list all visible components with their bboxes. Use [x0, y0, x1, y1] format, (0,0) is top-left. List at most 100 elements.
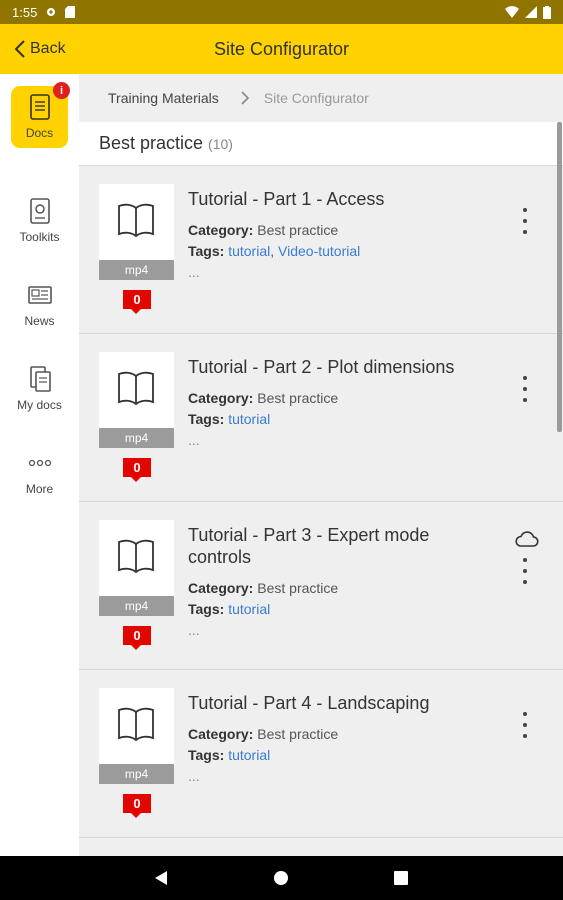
tags-line: Tags: tutorial: [188, 601, 270, 617]
document-title: Tutorial - Part 2 - Plot dimensions: [188, 357, 455, 377]
description-ellipsis: ...: [188, 622, 200, 638]
wifi-icon: [505, 6, 519, 18]
status-time: 1:55: [12, 4, 38, 20]
category-value: Best practice: [257, 390, 339, 406]
sidebar-item-news[interactable]: News: [0, 270, 79, 340]
document-list: mp4 0 Tutorial - Part 1 - Access Categor…: [79, 166, 563, 838]
file-type-label: mp4: [99, 428, 174, 448]
breadcrumb-parent[interactable]: Training Materials: [108, 90, 219, 106]
sidebar-item-label: News: [24, 314, 55, 328]
category-value: Best practice: [257, 580, 339, 596]
tags-label: Tags:: [188, 243, 225, 259]
comment-count-badge: 0: [123, 458, 151, 482]
tags-line: Tags: tutorial, Video-tutorial: [188, 243, 360, 259]
list-item[interactable]: mp4 0 Tutorial - Part 3 - Expert mode co…: [79, 502, 563, 670]
chevron-left-icon: [14, 40, 25, 58]
book-icon: [118, 371, 154, 406]
sidebar-item-label: Docs: [25, 126, 54, 140]
category-line: Category: Best practice: [188, 390, 338, 406]
system-navigation-bar: [0, 856, 563, 900]
app-bar: Back Site Configurator: [0, 24, 563, 74]
document-thumbnail: mp4: [99, 688, 174, 784]
tag-link[interactable]: tutorial: [228, 601, 270, 617]
book-icon: [118, 203, 154, 238]
more-options-icon[interactable]: [515, 376, 535, 402]
notification-badge: i: [53, 82, 70, 99]
back-button[interactable]: Back: [14, 24, 66, 74]
sd-card-icon: [65, 6, 76, 18]
book-icon: [118, 707, 154, 742]
book-icon: [118, 539, 154, 574]
signal-icon: [525, 6, 537, 18]
category-value: Best practice: [257, 726, 339, 742]
description-ellipsis: ...: [188, 768, 200, 784]
tag-link[interactable]: tutorial: [228, 243, 270, 259]
description-ellipsis: ...: [188, 432, 200, 448]
document-title: Tutorial - Part 3 - Expert mode controls: [188, 525, 430, 567]
breadcrumb-current: Site Configurator: [263, 90, 369, 106]
category-line: Category: Best practice: [188, 580, 338, 596]
section-title: Best practice: [99, 133, 204, 153]
my-docs-icon: [29, 366, 51, 392]
sidebar-item-label: My docs: [17, 398, 62, 412]
category-line: Category: Best practice: [188, 726, 338, 742]
list-item[interactable]: mp4 0 Tutorial - Part 4 - Landscaping Ca…: [79, 670, 563, 838]
tag-link[interactable]: tutorial: [228, 747, 270, 763]
comment-count-badge: 0: [123, 794, 151, 818]
settings-icon: [47, 8, 56, 16]
scrollbar[interactable]: [557, 122, 562, 432]
nav-home-icon[interactable]: [272, 869, 290, 887]
tags-line: Tags: tutorial: [188, 747, 270, 763]
nav-recents-icon[interactable]: [392, 869, 410, 887]
tags-label: Tags:: [188, 747, 225, 763]
document-title: Tutorial - Part 1 - Access: [188, 189, 385, 209]
document-thumbnail: mp4: [99, 352, 174, 448]
category-label: Category:: [188, 222, 254, 238]
tags-line: Tags: tutorial: [188, 411, 270, 427]
file-type-label: mp4: [99, 260, 174, 280]
description-ellipsis: ...: [188, 264, 200, 280]
page-title: Site Configurator: [213, 38, 350, 59]
tag-link[interactable]: tutorial: [228, 411, 270, 427]
nav-back-icon[interactable]: [152, 869, 170, 887]
sidebar-item-docs[interactable]: Docs i: [0, 82, 79, 152]
sidebar: Docs i Toolkits News My docs More: [0, 74, 79, 856]
sidebar-item-label: More: [25, 482, 54, 496]
back-label: Back: [30, 40, 66, 57]
file-type-label: mp4: [99, 764, 174, 784]
comment-count-badge: 0: [123, 626, 151, 650]
comment-count-badge: 0: [123, 290, 151, 314]
battery-icon: [543, 5, 551, 19]
sidebar-item-toolkits[interactable]: Toolkits: [0, 186, 79, 256]
toolkit-icon: [29, 198, 50, 224]
file-type-label: mp4: [99, 596, 174, 616]
document-thumbnail: mp4: [99, 520, 174, 616]
more-dots-icon: [28, 459, 51, 467]
breadcrumb: Training Materials Site Configurator: [79, 74, 563, 122]
list-item[interactable]: mp4 0 Tutorial - Part 2 - Plot dimension…: [79, 334, 563, 502]
more-options-icon[interactable]: [515, 712, 535, 738]
document-title: Tutorial - Part 4 - Landscaping: [188, 693, 430, 713]
more-options-icon[interactable]: [515, 208, 535, 234]
category-label: Category:: [188, 390, 254, 406]
category-label: Category:: [188, 580, 254, 596]
status-bar: 1:55: [0, 0, 563, 24]
sidebar-item-more[interactable]: More: [0, 438, 79, 508]
category-label: Category:: [188, 726, 254, 742]
section-header: Best practice (10): [79, 122, 563, 166]
sidebar-item-my-docs[interactable]: My docs: [0, 354, 79, 424]
main-content: Training Materials Site Configurator Bes…: [79, 74, 563, 856]
tags-separator: ,: [270, 243, 279, 259]
tag-link[interactable]: Video-tutorial: [278, 243, 360, 259]
document-thumbnail: mp4: [99, 184, 174, 280]
document-icon: [29, 94, 50, 120]
category-value: Best practice: [257, 222, 339, 238]
more-options-icon[interactable]: [515, 558, 535, 584]
list-item[interactable]: mp4 0 Tutorial - Part 1 - Access Categor…: [79, 166, 563, 334]
sidebar-item-label: Toolkits: [19, 230, 60, 244]
news-icon: [27, 286, 52, 304]
category-line: Category: Best practice: [188, 222, 338, 238]
tags-label: Tags:: [188, 411, 225, 427]
section-count: (10): [208, 135, 233, 152]
cloud-download-icon[interactable]: [513, 530, 539, 548]
